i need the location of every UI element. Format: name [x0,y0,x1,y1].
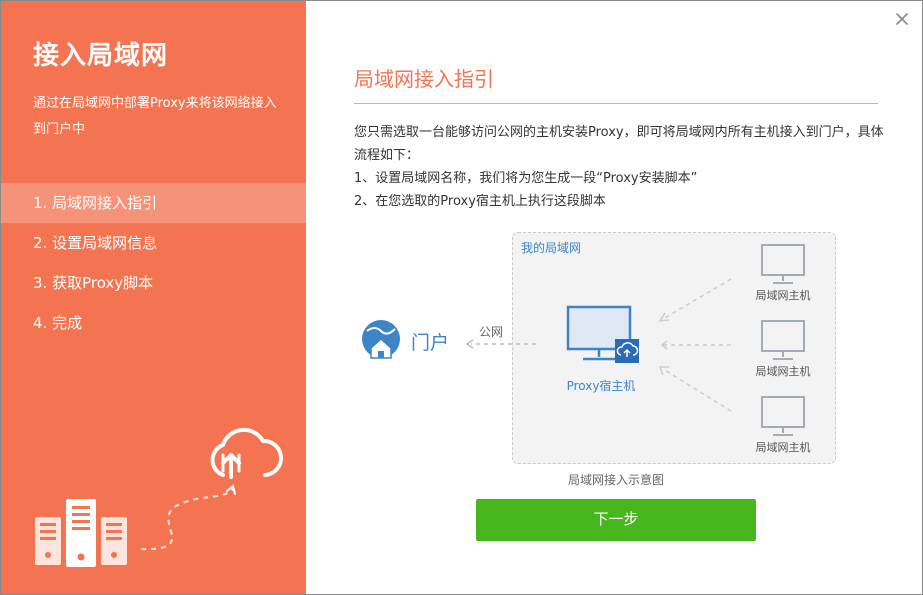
sidebar-illustration [35,427,283,567]
lan-host-monitor-icon [761,396,805,436]
close-icon[interactable] [892,9,912,29]
dashed-path [140,488,234,551]
lan-host-monitor-icon [761,320,805,360]
sidebar-title: 接入局域网 [33,41,169,71]
diagram-caption: 局域网接入示意图 [567,473,664,487]
lan-host-label: 局域网主机 [755,289,811,302]
lan-host-label: 局域网主机 [755,365,811,378]
arrow-head-icon [226,484,236,495]
step-item-lan-guide[interactable]: 1. 局域网接入指引 [1,183,306,223]
lan-host-label: 局域网主机 [755,441,811,454]
page-title: 局域网接入指引 [354,67,494,91]
sidebar: 接入局域网 通过在局域网中部署Proxy来将该网络接入到门户中 1. 局域网接入… [1,1,306,594]
next-step-button[interactable]: 下一步 [476,499,756,541]
intro-step-2: 2、在您选取的Proxy宿主机上执行这段脚本 [354,194,606,209]
proxy-host-label: Proxy宿主机 [566,379,636,393]
portal-globe-icon [362,320,400,359]
lan-host-monitor-icon [761,244,805,284]
intro-step-1: 1、设置局域网名称，我们将为您生成一段“Proxy安装脚本” [354,171,698,186]
step-list: 1. 局域网接入指引 2. 设置局域网信息 3. 获取Proxy脚本 4. 完成 [1,183,306,343]
step-item-lan-info[interactable]: 2. 设置局域网信息 [1,223,306,263]
portal-label: 门户 [411,332,450,354]
step-item-complete[interactable]: 4. 完成 [1,303,306,343]
intro-paragraph: 您只需选取一台能够访问公网的主机安装Proxy，即可将局域网内所有主机接入到门户… [354,125,884,163]
proxy-host-monitor-icon [566,305,639,363]
dialog-window: 接入局域网 通过在局域网中部署Proxy来将该网络接入到门户中 1. 局域网接入… [0,0,923,595]
cloud-upload-icon [210,427,283,479]
server-icon [35,499,127,567]
intro-text: 您只需选取一台能够访问公网的主机安装Proxy，即可将局域网内所有主机接入到门户… [354,121,884,213]
public-network-label: 公网 [479,325,504,339]
title-divider [354,103,878,104]
sidebar-description: 通过在局域网中部署Proxy来将该网络接入到门户中 [33,96,277,137]
step-item-proxy-script[interactable]: 3. 获取Proxy脚本 [1,263,306,303]
